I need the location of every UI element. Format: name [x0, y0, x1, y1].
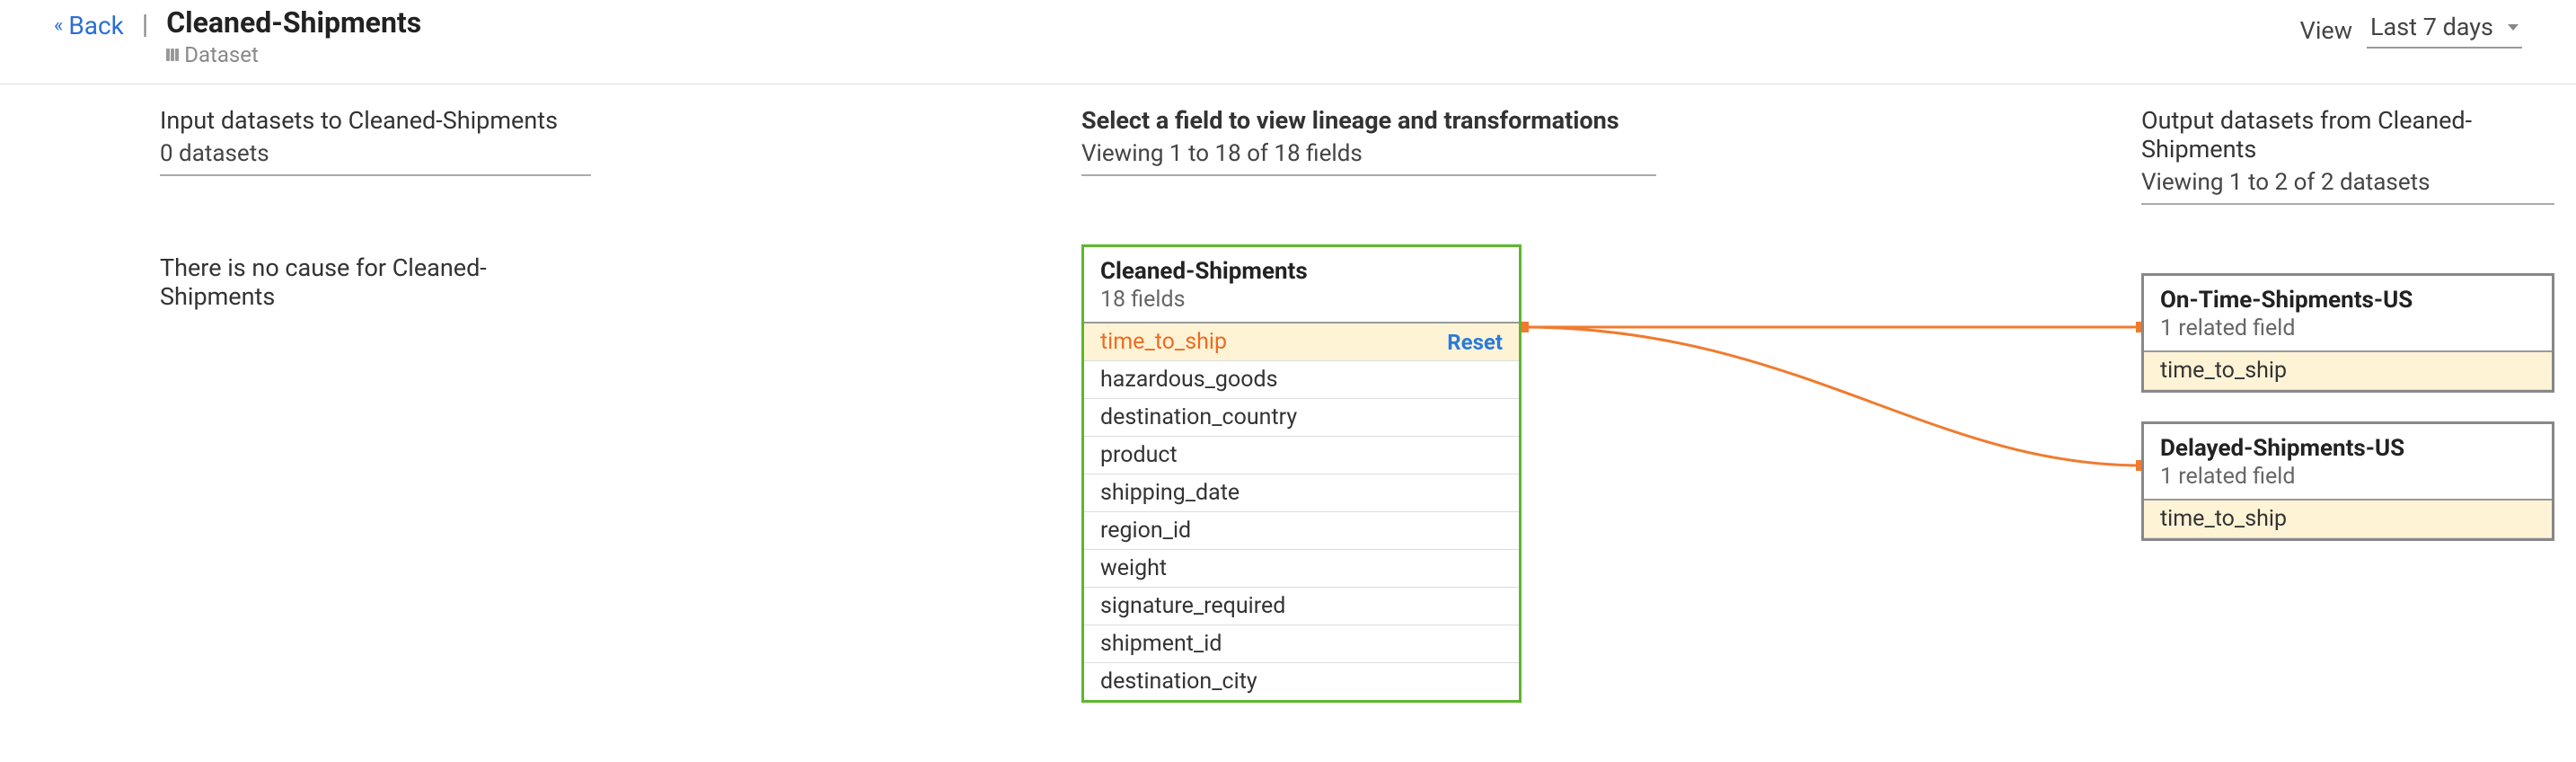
output-card-sub: 1 related field: [2160, 315, 2536, 341]
view-select[interactable]: Last 7 days: [2367, 13, 2522, 49]
field-name: destination_country: [1100, 404, 1297, 430]
field-row[interactable]: product: [1084, 437, 1519, 474]
field-row[interactable]: hazardous_goods: [1084, 361, 1519, 399]
output-sub: Viewing 1 to 2 of 2 datasets: [2141, 169, 2554, 205]
output-cards: On-Time-Shipments-US 1 related field tim…: [2141, 273, 2554, 541]
center-card-sub: 18 fields: [1100, 287, 1503, 313]
field-row[interactable]: weight: [1084, 550, 1519, 588]
back-label: Back: [68, 11, 124, 40]
subtitle: Dataset: [166, 42, 421, 67]
field-row[interactable]: region_id: [1084, 512, 1519, 550]
field-name: shipment_id: [1100, 631, 1222, 657]
field-row[interactable]: shipment_id: [1084, 625, 1519, 663]
center-card-header: Cleaned-Shipments 18 fields: [1084, 247, 1519, 323]
center-dataset-card: Cleaned-Shipments 18 fields time_to_ship…: [1081, 244, 1522, 703]
output-card[interactable]: On-Time-Shipments-US 1 related field tim…: [2141, 273, 2554, 393]
output-field-row[interactable]: time_to_ship: [2144, 501, 2552, 538]
field-name: product: [1100, 442, 1178, 468]
field-name: weight: [1100, 555, 1167, 581]
page-header: « Back | Cleaned-Shipments Dataset View …: [0, 0, 2576, 84]
field-name: hazardous_goods: [1100, 367, 1278, 393]
chevron-left-icon: «: [54, 14, 63, 37]
output-heading: Output datasets from Cleaned-Shipments: [2141, 106, 2554, 164]
output-card-header: Delayed-Shipments-US 1 related field: [2144, 424, 2552, 501]
dataset-icon: [166, 49, 179, 61]
input-sub: 0 datasets: [160, 140, 591, 176]
title-block: Cleaned-Shipments Dataset: [166, 7, 421, 67]
subtitle-text: Dataset: [184, 42, 259, 67]
field-name: region_id: [1100, 518, 1191, 544]
field-name: shipping_date: [1100, 480, 1239, 506]
field-name: destination_city: [1100, 669, 1257, 695]
output-field-name: time_to_ship: [2160, 506, 2287, 532]
output-card-sub: 1 related field: [2160, 464, 2536, 490]
field-row-selected[interactable]: time_to_ship Reset: [1084, 323, 1519, 361]
separator: |: [142, 9, 148, 40]
field-name: time_to_ship: [1100, 329, 1227, 355]
output-field-name: time_to_ship: [2160, 358, 2287, 384]
input-empty-message: There is no cause for Cleaned-Shipments: [160, 253, 591, 311]
output-column: Output datasets from Cleaned-Shipments V…: [2141, 106, 2554, 570]
field-row[interactable]: destination_country: [1084, 399, 1519, 437]
view-value: Last 7 days: [2370, 13, 2493, 41]
page-title: Cleaned-Shipments: [166, 7, 421, 39]
center-card-title: Cleaned-Shipments: [1100, 258, 1503, 285]
caret-down-icon: [2508, 24, 2519, 31]
header-left: « Back | Cleaned-Shipments Dataset: [54, 7, 421, 67]
input-column: Input datasets to Cleaned-Shipments 0 da…: [160, 106, 591, 311]
view-label: View: [2300, 16, 2352, 45]
header-right: View Last 7 days: [2300, 13, 2522, 49]
back-button[interactable]: « Back: [54, 11, 124, 40]
field-name: signature_required: [1100, 593, 1285, 619]
input-heading: Input datasets to Cleaned-Shipments: [160, 106, 591, 135]
output-card[interactable]: Delayed-Shipments-US 1 related field tim…: [2141, 421, 2554, 541]
output-field-row[interactable]: time_to_ship: [2144, 352, 2552, 390]
content: Input datasets to Cleaned-Shipments 0 da…: [0, 84, 2576, 669]
center-heading: Select a field to view lineage and trans…: [1081, 106, 1656, 135]
center-column: Select a field to view lineage and trans…: [1081, 106, 1656, 703]
center-sub: Viewing 1 to 18 of 18 fields: [1081, 140, 1656, 176]
reset-button[interactable]: Reset: [1447, 330, 1503, 355]
output-card-header: On-Time-Shipments-US 1 related field: [2144, 276, 2552, 352]
output-card-title: Delayed-Shipments-US: [2160, 435, 2536, 462]
field-row[interactable]: destination_city: [1084, 663, 1519, 700]
field-row[interactable]: signature_required: [1084, 588, 1519, 625]
field-row[interactable]: shipping_date: [1084, 474, 1519, 512]
output-card-title: On-Time-Shipments-US: [2160, 287, 2536, 314]
